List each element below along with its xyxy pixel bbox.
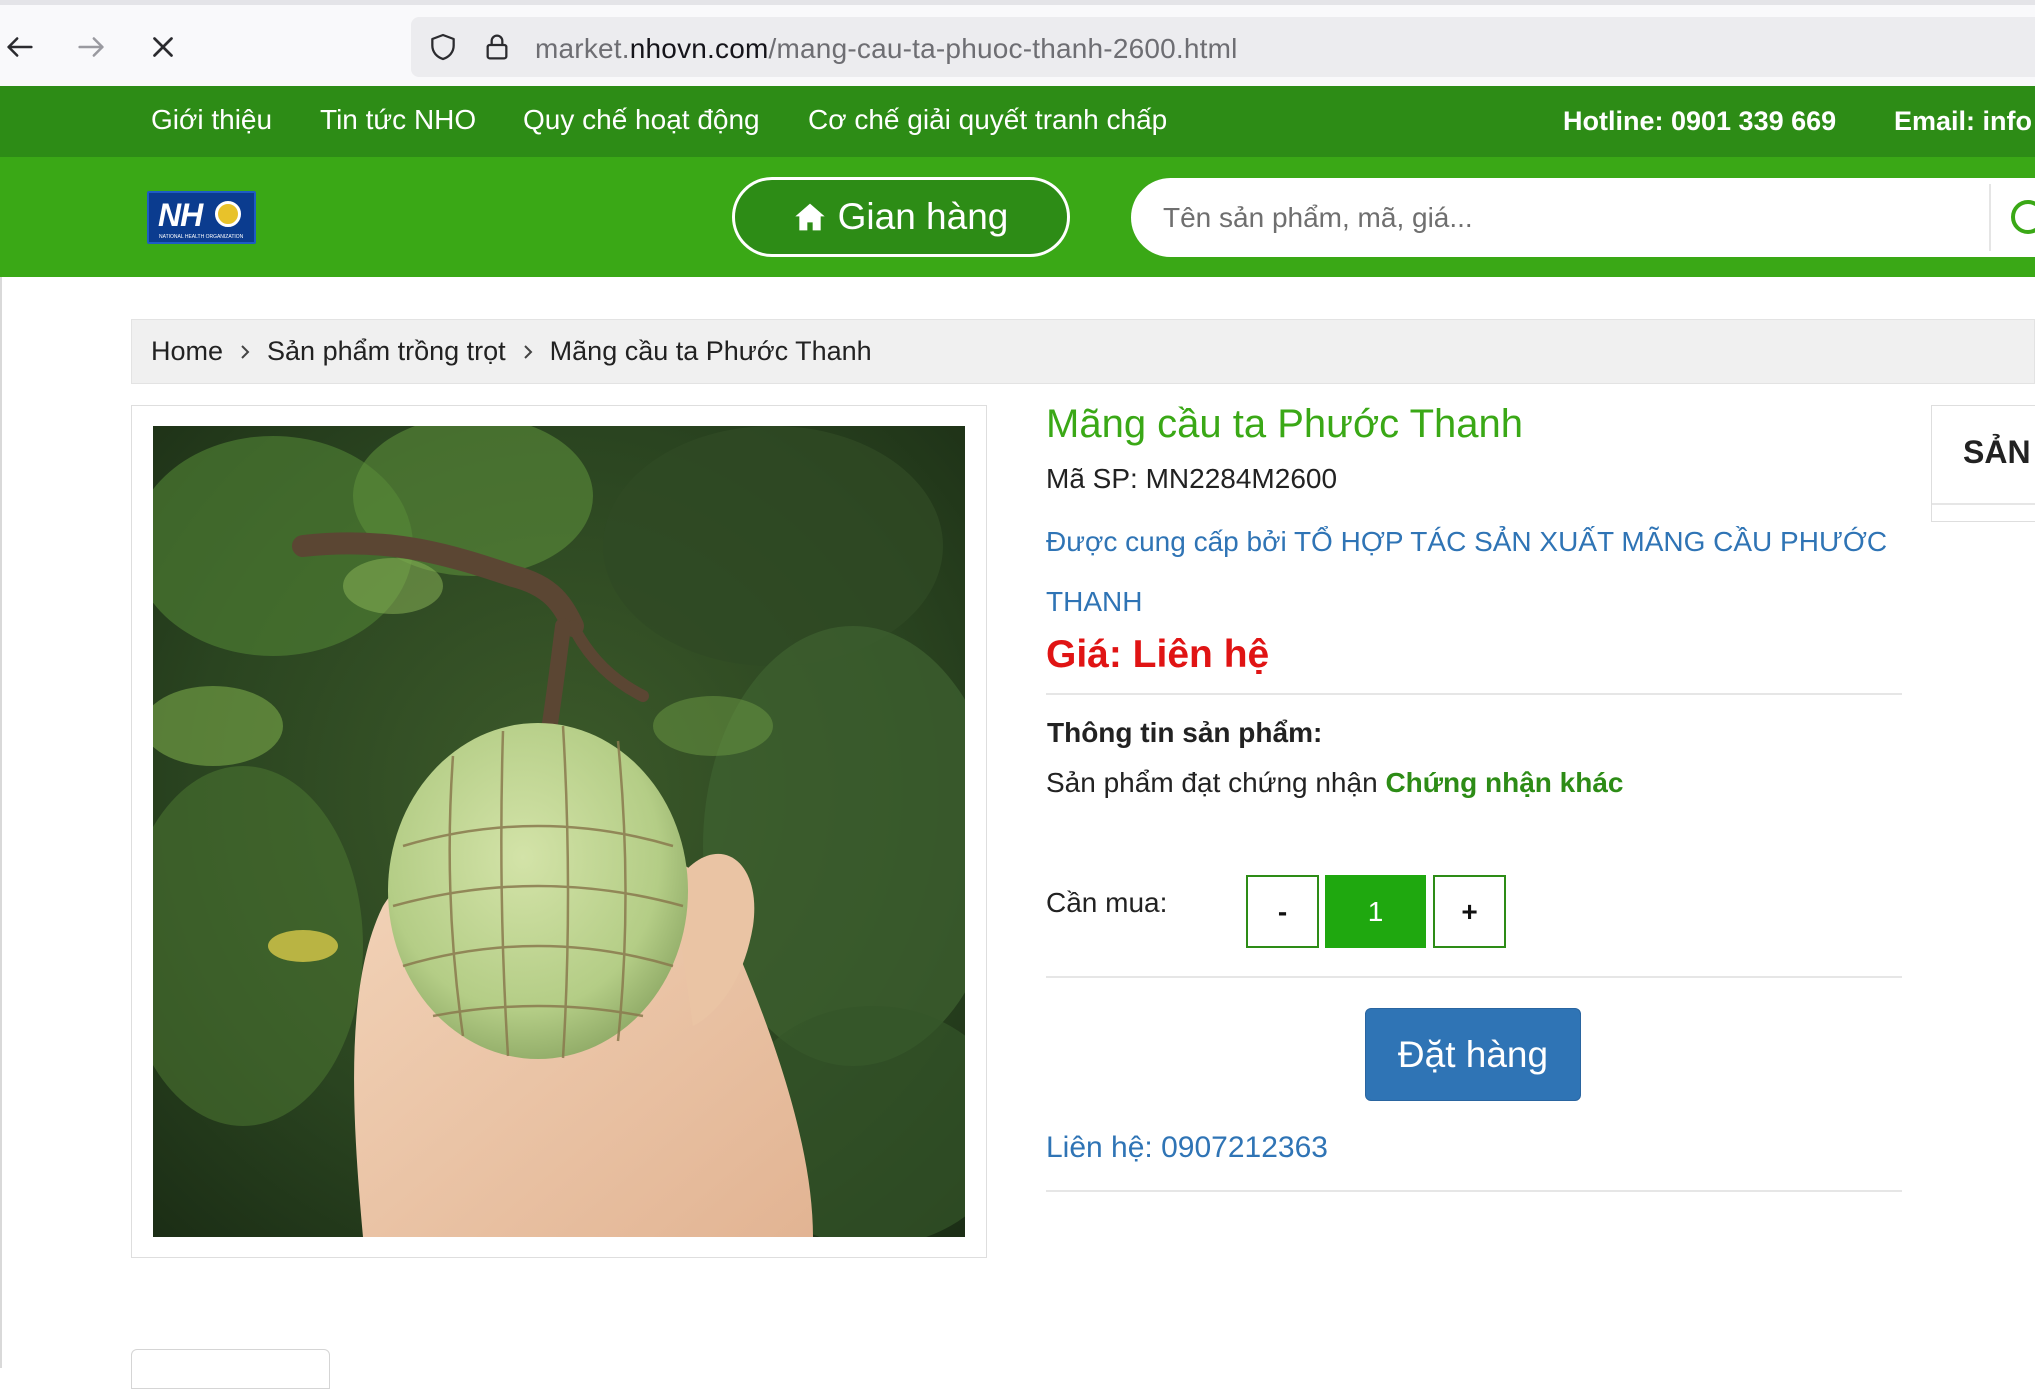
quantity-increase-button[interactable]: + [1433, 875, 1506, 948]
product-title: Mãng cầu ta Phước Thanh [1046, 402, 1523, 446]
bottom-tab[interactable] [131, 1349, 330, 1389]
divider [1046, 1190, 1902, 1192]
certification-text: Sản phẩm đạt chứng nhận Chứng nhận khác [1046, 767, 1624, 798]
supplier-link[interactable]: Được cung cấp bởi TỔ HỢP TÁC SẢN XUẤT MÃ… [1046, 512, 1926, 632]
quantity-label: Cần mua: [1046, 887, 1168, 918]
top-navigation: Giới thiệu Tin tức NHO Quy chế hoạt động… [0, 86, 2035, 157]
nav-link-news[interactable]: Tin tức NHO [320, 104, 476, 136]
contact-phone-link[interactable]: Liên hệ: 0907212363 [1046, 1131, 1328, 1165]
breadcrumb-current: Mãng cầu ta Phước Thanh [549, 336, 872, 366]
product-price: Giá: Liên hệ [1046, 633, 1270, 676]
site-logo[interactable]: NH NATIONAL HEALTH ORGANIZATION [147, 191, 256, 244]
sidebar-title: SẢN [1963, 434, 2031, 470]
order-button[interactable]: Đặt hàng [1365, 1008, 1581, 1101]
back-arrow-icon[interactable] [0, 27, 40, 67]
quantity-input[interactable]: 1 [1325, 875, 1426, 948]
product-image-frame [131, 405, 987, 1258]
close-icon[interactable] [143, 27, 183, 67]
home-icon [794, 202, 826, 232]
logo-globe-icon [215, 201, 241, 227]
lock-icon[interactable] [481, 31, 513, 63]
product-info-heading: Thông tin sản phẩm: [1047, 717, 1323, 748]
nav-link-dispute[interactable]: Cơ chế giải quyết tranh chấp [808, 104, 1167, 136]
product-code: Mã SP: MN2284M2600 [1046, 463, 1338, 494]
sidebar-divider [1932, 503, 2035, 505]
chevron-right-icon [239, 342, 251, 362]
search-box: Tên sản phẩm, mã, giá... [1131, 178, 2035, 257]
page-left-border [0, 277, 2, 1368]
browser-toolbar: market.nhovn.com/mang-cau-ta-phuoc-thanh… [0, 0, 2035, 86]
shop-button[interactable]: Gian hàng [732, 177, 1070, 257]
shield-icon[interactable] [427, 31, 459, 63]
divider [1046, 976, 1902, 978]
site-header: NH NATIONAL HEALTH ORGANIZATION Gian hàn… [0, 157, 2035, 277]
divider [1046, 693, 1902, 695]
forward-arrow-icon[interactable] [71, 27, 111, 67]
search-input[interactable]: Tên sản phẩm, mã, giá... [1163, 202, 1473, 234]
nav-link-about[interactable]: Giới thiệu [151, 104, 272, 136]
url-text[interactable]: market.nhovn.com/mang-cau-ta-phuoc-thanh… [535, 33, 1238, 65]
breadcrumb-category[interactable]: Sản phẩm trồng trọt [267, 336, 506, 367]
email-text[interactable]: Email: info [1894, 106, 2032, 137]
hotline-text: Hotline: 0901 339 669 [1563, 106, 1837, 136]
search-divider [1989, 184, 1991, 251]
nav-link-regulations[interactable]: Quy chế hoạt động [523, 104, 760, 136]
quantity-decrease-button[interactable]: - [1246, 875, 1319, 948]
breadcrumb: Home Sản phẩm trồng trọt Mãng cầu ta Phư… [131, 319, 2035, 384]
certification-value: Chứng nhận khác [1385, 767, 1624, 798]
search-icon[interactable] [2011, 200, 2035, 234]
product-image[interactable] [153, 426, 965, 1237]
sidebar-products-box: SẢN [1931, 405, 2035, 522]
breadcrumb-home[interactable]: Home [151, 336, 223, 367]
address-bar[interactable]: market.nhovn.com/mang-cau-ta-phuoc-thanh… [411, 17, 2035, 77]
chevron-right-icon [522, 342, 534, 362]
